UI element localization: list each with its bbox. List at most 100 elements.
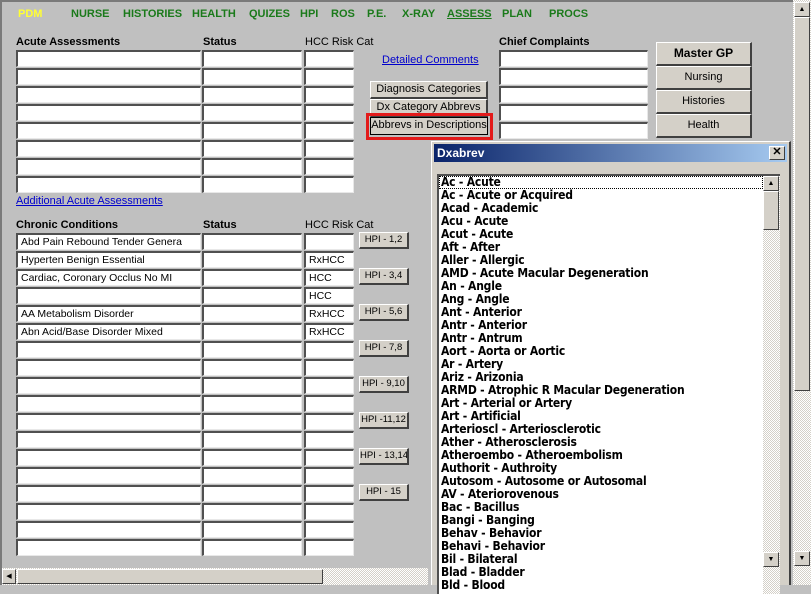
chronic-status-field[interactable] xyxy=(202,251,302,268)
health-button[interactable]: Health xyxy=(656,114,752,138)
detailed-comments-link[interactable]: Detailed Comments xyxy=(382,54,479,66)
chronic-hcc-field[interactable] xyxy=(304,395,354,412)
acute-hcc-field[interactable] xyxy=(304,50,354,67)
chronic-status-field[interactable] xyxy=(202,305,302,322)
acute-status-field[interactable] xyxy=(202,104,302,121)
chronic-hcc-field[interactable] xyxy=(304,449,354,466)
chronic-hcc-field[interactable]: RxHCC xyxy=(304,305,354,322)
vertical-scroll-thumb[interactable] xyxy=(794,17,810,391)
hpi-button[interactable]: HPI -11,12 xyxy=(359,412,409,429)
histories-button[interactable]: Histories xyxy=(656,90,752,114)
chronic-hcc-field[interactable]: HCC xyxy=(304,269,354,286)
acute-diagnosis-field[interactable] xyxy=(16,50,201,67)
acute-status-field[interactable] xyxy=(202,86,302,103)
chronic-status-field[interactable] xyxy=(202,359,302,376)
acute-diagnosis-field[interactable] xyxy=(16,158,201,175)
chronic-diagnosis-field[interactable] xyxy=(16,521,201,538)
acute-status-field[interactable] xyxy=(202,50,302,67)
nav-pe[interactable]: P.E. xyxy=(367,8,386,20)
acute-hcc-field[interactable] xyxy=(304,176,354,193)
chronic-hcc-field[interactable] xyxy=(304,539,354,556)
nav-health[interactable]: HEALTH xyxy=(192,8,236,20)
abbreviation-list-item[interactable]: Bld - Blood xyxy=(439,579,763,592)
chronic-diagnosis-field[interactable] xyxy=(16,413,201,430)
chronic-status-field[interactable] xyxy=(202,431,302,448)
chronic-hcc-field[interactable] xyxy=(304,341,354,358)
chronic-diagnosis-field[interactable]: Abd Pain Rebound Tender Genera xyxy=(16,233,201,250)
chronic-hcc-field[interactable] xyxy=(304,485,354,502)
master-gp-button[interactable]: Master GP xyxy=(656,42,752,66)
chronic-diagnosis-field[interactable]: Hyperten Benign Essential xyxy=(16,251,201,268)
chronic-hcc-field[interactable]: RxHCC xyxy=(304,251,354,268)
chronic-hcc-field[interactable] xyxy=(304,359,354,376)
main-horizontal-scrollbar[interactable]: ◀ xyxy=(2,568,428,585)
hpi-button[interactable]: HPI - 9,10 xyxy=(359,376,409,393)
acute-status-field[interactable] xyxy=(202,68,302,85)
scroll-up-button[interactable]: ▲ xyxy=(794,2,810,17)
chronic-status-field[interactable] xyxy=(202,323,302,340)
chronic-hcc-field[interactable] xyxy=(304,413,354,430)
chief-complaint-field[interactable] xyxy=(499,50,648,67)
acute-status-field[interactable] xyxy=(202,140,302,157)
acute-hcc-field[interactable] xyxy=(304,68,354,85)
chronic-diagnosis-field[interactable] xyxy=(16,467,201,484)
chronic-status-field[interactable] xyxy=(202,341,302,358)
chronic-diagnosis-field[interactable]: Abn Acid/Base Disorder Mixed xyxy=(16,323,201,340)
hpi-button[interactable]: HPI - 7,8 xyxy=(359,340,409,357)
chronic-diagnosis-field[interactable]: Cardiac, Coronary Occlus No MI xyxy=(16,269,201,286)
diagnosis-categories-button[interactable]: Diagnosis Categories xyxy=(370,81,488,99)
chronic-diagnosis-field[interactable] xyxy=(16,431,201,448)
chronic-status-field[interactable] xyxy=(202,413,302,430)
acute-status-field[interactable] xyxy=(202,176,302,193)
nursing-button[interactable]: Nursing xyxy=(656,66,752,90)
chief-complaint-field[interactable] xyxy=(499,68,648,85)
acute-hcc-field[interactable] xyxy=(304,86,354,103)
acute-hcc-field[interactable] xyxy=(304,158,354,175)
chronic-hcc-field[interactable] xyxy=(304,503,354,520)
nav-nurse[interactable]: NURSE xyxy=(71,8,110,20)
acute-hcc-field[interactable] xyxy=(304,104,354,121)
nav-xray[interactable]: X-RAY xyxy=(402,8,435,20)
chronic-diagnosis-field[interactable] xyxy=(16,359,201,376)
chronic-status-field[interactable] xyxy=(202,485,302,502)
hpi-button[interactable]: HPI - 13,14 xyxy=(359,448,409,465)
chronic-diagnosis-field[interactable]: AA Metabolism Disorder xyxy=(16,305,201,322)
chronic-diagnosis-field[interactable] xyxy=(16,341,201,358)
chronic-hcc-field[interactable] xyxy=(304,521,354,538)
dialog-titlebar[interactable]: Dxabrev ✕ xyxy=(434,144,787,162)
nav-histories[interactable]: HISTORIES xyxy=(123,8,182,20)
chronic-diagnosis-field[interactable] xyxy=(16,287,201,304)
acute-diagnosis-field[interactable] xyxy=(16,140,201,157)
chronic-status-field[interactable] xyxy=(202,467,302,484)
chief-complaint-field[interactable] xyxy=(499,122,648,139)
scroll-down-button[interactable]: ▼ xyxy=(794,551,810,566)
chronic-hcc-field[interactable]: HCC xyxy=(304,287,354,304)
acute-diagnosis-field[interactable] xyxy=(16,104,201,121)
acute-hcc-field[interactable] xyxy=(304,122,354,139)
close-icon[interactable]: ✕ xyxy=(769,146,785,160)
hpi-button[interactable]: HPI - 15 xyxy=(359,484,409,501)
acute-diagnosis-field[interactable] xyxy=(16,68,201,85)
list-scroll-thumb[interactable] xyxy=(763,191,779,230)
nav-quizes[interactable]: QUIZES xyxy=(249,8,290,20)
chronic-status-field[interactable] xyxy=(202,233,302,250)
chronic-hcc-field[interactable] xyxy=(304,467,354,484)
chronic-diagnosis-field[interactable] xyxy=(16,377,201,394)
chronic-hcc-field[interactable] xyxy=(304,431,354,448)
nav-assess[interactable]: ASSESS xyxy=(447,8,492,20)
hpi-button[interactable]: HPI - 5,6 xyxy=(359,304,409,321)
acute-status-field[interactable] xyxy=(202,158,302,175)
acute-diagnosis-field[interactable] xyxy=(16,176,201,193)
main-vertical-scrollbar[interactable]: ▲ ▼ xyxy=(793,0,811,585)
nav-hpi[interactable]: HPI xyxy=(300,8,318,20)
hpi-button[interactable]: HPI - 1,2 xyxy=(359,232,409,249)
chronic-diagnosis-field[interactable] xyxy=(16,485,201,502)
chronic-hcc-field[interactable]: RxHCC xyxy=(304,323,354,340)
chief-complaint-field[interactable] xyxy=(499,86,648,103)
chronic-status-field[interactable] xyxy=(202,269,302,286)
nav-ros[interactable]: ROS xyxy=(331,8,355,20)
nav-plan[interactable]: PLAN xyxy=(502,8,532,20)
list-scroll-down-button[interactable]: ▼ xyxy=(763,552,779,567)
chronic-status-field[interactable] xyxy=(202,449,302,466)
chief-complaint-field[interactable] xyxy=(499,104,648,121)
